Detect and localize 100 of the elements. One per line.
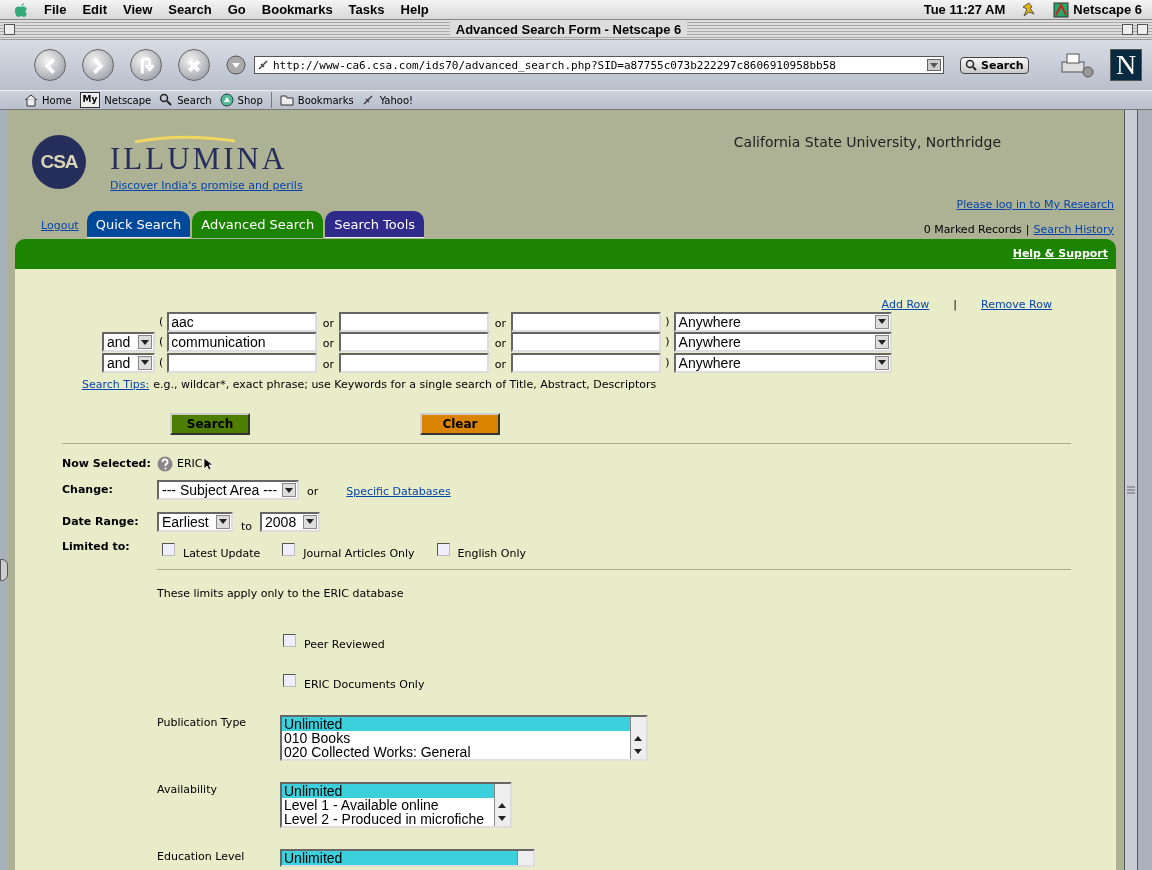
checkbox[interactable] bbox=[282, 543, 296, 556]
caret-icon[interactable] bbox=[927, 59, 941, 71]
bookmark-link[interactable]: Yahoo! bbox=[361, 92, 414, 108]
promo-link[interactable]: Discover India's promise and perils bbox=[110, 178, 303, 195]
search-term-field[interactable] bbox=[511, 311, 662, 332]
list-box[interactable]: Unlimited bbox=[280, 849, 535, 867]
menu-item[interactable]: View bbox=[122, 2, 153, 17]
logout-link[interactable]: Logout bbox=[41, 217, 79, 234]
list-option[interactable]: Unlimited bbox=[282, 784, 494, 798]
search-button[interactable]: Search bbox=[960, 56, 1029, 74]
scrollbar[interactable] bbox=[517, 851, 533, 865]
search-term-field[interactable] bbox=[511, 332, 662, 353]
specific-databases-link[interactable]: Specific Databases bbox=[346, 484, 451, 501]
login-link[interactable]: Please log in to My Research bbox=[956, 197, 1114, 214]
scrollbar[interactable] bbox=[494, 784, 510, 826]
checkbox[interactable] bbox=[283, 634, 296, 647]
search-icon bbox=[965, 59, 977, 71]
search-term-field[interactable]: aac bbox=[167, 311, 318, 332]
menubar-clock: Tue 11:27 AM bbox=[923, 2, 1006, 17]
checkbox[interactable] bbox=[283, 673, 296, 687]
menu-item[interactable]: Tasks bbox=[348, 2, 385, 17]
caret-icon bbox=[877, 319, 886, 325]
scrollbar[interactable] bbox=[1124, 110, 1138, 870]
list-box[interactable]: Unlimited Level 1 - Available online Level 2 - Produced in microfiche bbox=[280, 782, 512, 828]
search-term-field[interactable] bbox=[167, 352, 318, 373]
operator-select[interactable]: and bbox=[102, 332, 155, 353]
list-box[interactable]: Unlimited 010 Books 020 Collected Works: General bbox=[280, 715, 648, 761]
stop-button[interactable] bbox=[178, 49, 210, 81]
bookmark-link[interactable]: Search bbox=[159, 92, 212, 108]
caret-icon bbox=[141, 339, 149, 345]
search-history-link[interactable]: Search History bbox=[1033, 221, 1114, 238]
link-icon bbox=[257, 59, 269, 71]
scrollbar[interactable] bbox=[630, 717, 646, 759]
tab[interactable]: Advanced Search bbox=[192, 210, 324, 238]
help-icon[interactable] bbox=[157, 455, 173, 472]
menu-item[interactable]: File bbox=[44, 2, 67, 17]
collapse-box[interactable] bbox=[1137, 24, 1148, 35]
start-date-select[interactable]: Earliest bbox=[157, 511, 233, 532]
grip-icon[interactable] bbox=[1125, 484, 1137, 496]
search-term-field[interactable]: communication bbox=[167, 332, 318, 353]
zoom-box[interactable] bbox=[1122, 24, 1133, 35]
conjunction-text: or bbox=[307, 484, 319, 500]
menu-item[interactable]: Search bbox=[168, 2, 212, 17]
search-term-field[interactable] bbox=[339, 311, 490, 332]
end-date-select[interactable]: 2008 bbox=[260, 511, 321, 532]
menu-item[interactable]: Bookmarks bbox=[261, 2, 333, 17]
search-term-field[interactable] bbox=[339, 332, 490, 353]
bookmark-link[interactable]: Bookmarks bbox=[279, 92, 354, 108]
checkbox[interactable] bbox=[436, 543, 450, 556]
subject-area-select[interactable]: --- Subject Area --- bbox=[157, 480, 299, 501]
remove-row-link[interactable]: Remove Row bbox=[981, 297, 1052, 314]
apple-icon[interactable] bbox=[14, 1, 28, 18]
app-name[interactable]: Netscape 6 bbox=[1073, 2, 1142, 17]
reload-button[interactable] bbox=[130, 49, 162, 81]
joiner-text: or bbox=[321, 315, 335, 332]
help-link[interactable]: Help & Support bbox=[1012, 245, 1108, 263]
list-option[interactable]: 010 Books bbox=[282, 731, 630, 745]
search-tips-link[interactable]: Search Tips: bbox=[82, 377, 150, 394]
csa-logo: CSA bbox=[32, 135, 86, 189]
list-option[interactable]: Unlimited bbox=[282, 717, 630, 731]
checkbox[interactable] bbox=[162, 543, 175, 556]
caret-icon bbox=[877, 339, 886, 345]
field-select[interactable]: Anywhere bbox=[673, 311, 892, 332]
bookmark-link[interactable]: Home bbox=[24, 92, 72, 108]
list-option[interactable]: Unlimited bbox=[282, 851, 517, 865]
house-icon bbox=[24, 93, 38, 107]
list-option[interactable]: 020 Collected Works: General bbox=[282, 745, 630, 759]
search-term-field[interactable] bbox=[339, 352, 490, 373]
list-option[interactable]: Level 2 - Produced in microfiche bbox=[282, 812, 494, 826]
forward-button[interactable] bbox=[82, 49, 114, 81]
operator-select[interactable]: and bbox=[102, 352, 155, 373]
tab[interactable]: Search Tools bbox=[325, 210, 425, 238]
menu-item[interactable]: Help bbox=[400, 2, 429, 17]
brand-name: ILLUMINA bbox=[110, 143, 289, 174]
netscape-logo: N bbox=[1110, 49, 1142, 81]
search-button[interactable]: Search bbox=[170, 412, 250, 435]
field-select[interactable]: Anywhere bbox=[673, 352, 892, 373]
printer-icon[interactable] bbox=[1060, 52, 1094, 78]
field-label: Now Selected: bbox=[62, 455, 152, 472]
marked-records-count: 0 Marked Records bbox=[923, 221, 1022, 238]
figure-icon[interactable] bbox=[1021, 1, 1038, 18]
bookmark-link[interactable]: Shop bbox=[219, 92, 263, 108]
open-paren: ( bbox=[159, 354, 164, 371]
back-button[interactable] bbox=[34, 49, 66, 81]
close-box[interactable] bbox=[4, 24, 15, 35]
list-option[interactable]: Level 1 - Available online bbox=[282, 798, 494, 812]
checkbox-label: English Only bbox=[457, 546, 526, 562]
caret-icon bbox=[285, 487, 293, 493]
field-select[interactable]: Anywhere bbox=[673, 332, 892, 353]
menu-item[interactable]: Go bbox=[227, 2, 246, 17]
url-field[interactable]: http://www-ca6.csa.com/ids70/advanced_search.php?SID=a87755c073b222297c8606910958bb58 bbox=[254, 56, 944, 74]
app-icon[interactable] bbox=[1053, 1, 1070, 18]
clear-button[interactable]: Clear bbox=[420, 412, 500, 435]
menu-item[interactable]: Edit bbox=[82, 2, 107, 17]
add-row-link[interactable]: Add Row bbox=[881, 297, 930, 314]
joiner-text: or bbox=[493, 315, 507, 332]
search-term-field[interactable] bbox=[511, 352, 662, 373]
bookmark-link[interactable]: My Netscape bbox=[79, 92, 152, 108]
tab[interactable]: Quick Search bbox=[86, 210, 191, 238]
dropdown-icon[interactable] bbox=[226, 55, 246, 75]
